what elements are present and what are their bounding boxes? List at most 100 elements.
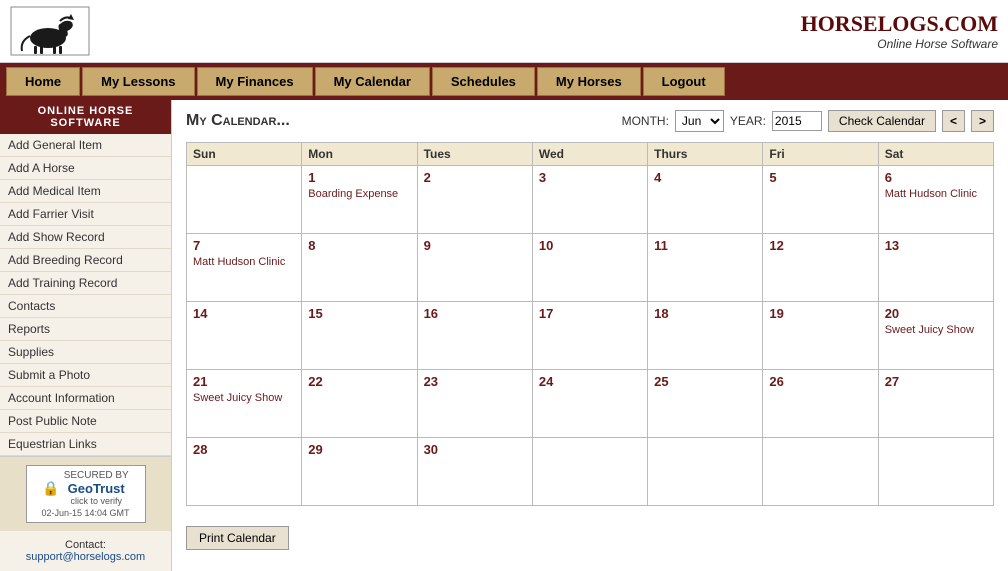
day-number: 11 xyxy=(654,238,756,253)
calendar-week-2: 14151617181920Sweet Juicy Show xyxy=(187,302,994,370)
print-calendar-button[interactable]: Print Calendar xyxy=(186,526,289,550)
calendar-event[interactable]: Matt Hudson Clinic xyxy=(885,188,987,200)
prev-month-button[interactable]: < xyxy=(942,110,965,132)
calendar-header: SunMonTuesWedThursFriSat xyxy=(187,143,994,166)
nav-item-finances[interactable]: My Finances xyxy=(197,67,313,96)
sidebar-item-account[interactable]: Account Information xyxy=(0,387,171,410)
month-label: MONTH: xyxy=(622,114,669,128)
horse-logo xyxy=(10,6,90,56)
day-number: 7 xyxy=(193,238,295,253)
sidebar-item-contacts[interactable]: Contacts xyxy=(0,295,171,318)
calendar-cell xyxy=(532,438,647,506)
calendar-cell: 8 xyxy=(302,234,417,302)
calendar-cell: 13 xyxy=(878,234,993,302)
sidebar-title: ONLINE HORSE SOFTWARE xyxy=(0,100,171,134)
calendar-event[interactable]: Sweet Juicy Show xyxy=(193,392,295,404)
day-number: 29 xyxy=(308,442,410,457)
sidebar-item-add-medical[interactable]: Add Medical Item xyxy=(0,180,171,203)
calendar-cell: 25 xyxy=(648,370,763,438)
calendar-cell: 24 xyxy=(532,370,647,438)
sidebar: ONLINE HORSE SOFTWARE Add General ItemAd… xyxy=(0,100,172,571)
day-number: 24 xyxy=(539,374,641,389)
geotrust-name: GeoTrust xyxy=(64,481,129,496)
day-number: 19 xyxy=(769,306,871,321)
year-input[interactable] xyxy=(772,111,822,131)
calendar-cell: 18 xyxy=(648,302,763,370)
col-header-wed: Wed xyxy=(532,143,647,166)
calendar-cell: 14 xyxy=(187,302,302,370)
calendar-cell: 30 xyxy=(417,438,532,506)
sidebar-item-add-farrier[interactable]: Add Farrier Visit xyxy=(0,203,171,226)
day-number: 8 xyxy=(308,238,410,253)
contact-label: Contact: xyxy=(8,539,163,551)
day-number: 17 xyxy=(539,306,641,321)
calendar-cell xyxy=(187,166,302,234)
calendar-event[interactable]: Boarding Expense xyxy=(308,188,410,200)
calendar-cell: 9 xyxy=(417,234,532,302)
calendar-cell xyxy=(648,438,763,506)
col-header-sun: Sun xyxy=(187,143,302,166)
calendar-event[interactable]: Matt Hudson Clinic xyxy=(193,256,295,268)
sidebar-item-add-breeding[interactable]: Add Breeding Record xyxy=(0,249,171,272)
contact-email[interactable]: support@horselogs.com xyxy=(8,551,163,563)
check-calendar-button[interactable]: Check Calendar xyxy=(828,110,936,132)
day-number: 23 xyxy=(424,374,526,389)
sidebar-item-add-show[interactable]: Add Show Record xyxy=(0,226,171,249)
geotrust-badge[interactable]: 🔒 SECURED BY GeoTrust click to verify 02… xyxy=(26,465,146,523)
sidebar-item-supplies[interactable]: Supplies xyxy=(0,341,171,364)
page-title: My Calendar... xyxy=(186,112,290,130)
nav-item-home[interactable]: Home xyxy=(6,67,80,96)
day-number: 3 xyxy=(539,170,641,185)
nav-item-schedules[interactable]: Schedules xyxy=(432,67,535,96)
day-number: 26 xyxy=(769,374,871,389)
year-label: YEAR: xyxy=(730,114,766,128)
geotrust-date: 02-Jun-15 14:04 GMT xyxy=(31,508,141,518)
sidebar-item-add-horse[interactable]: Add A Horse xyxy=(0,157,171,180)
calendar-week-4: 28 29 30 xyxy=(187,438,994,506)
calendar-cell: 7 Matt Hudson Clinic xyxy=(187,234,302,302)
sidebar-items: Add General ItemAdd A HorseAdd Medical I… xyxy=(0,134,171,456)
calendar-cell: 28 xyxy=(187,438,302,506)
day-number: 12 xyxy=(769,238,871,253)
day-number: 6 xyxy=(885,170,987,185)
main-nav: HomeMy LessonsMy FinancesMy CalendarSche… xyxy=(0,63,1008,100)
calendar-cell: 10 xyxy=(532,234,647,302)
day-number: 15 xyxy=(308,306,410,321)
sidebar-item-reports[interactable]: Reports xyxy=(0,318,171,341)
sidebar-item-eq-links[interactable]: Equestrian Links xyxy=(0,433,171,456)
day-number: 10 xyxy=(539,238,641,253)
calendar-table: SunMonTuesWedThursFriSat 1Boarding Expen… xyxy=(186,142,994,506)
month-select[interactable]: JanFebMarApr MayJunJulAug SepOctNovDec xyxy=(675,110,724,132)
sidebar-item-post-note[interactable]: Post Public Note xyxy=(0,410,171,433)
day-number: 14 xyxy=(193,306,295,321)
calendar-cell: 2 xyxy=(417,166,532,234)
nav-item-calendar[interactable]: My Calendar xyxy=(315,67,430,96)
nav-item-logout[interactable]: Logout xyxy=(643,67,725,96)
geotrust-area: 🔒 SECURED BY GeoTrust click to verify 02… xyxy=(0,456,171,531)
day-number: 28 xyxy=(193,442,295,457)
day-number: 25 xyxy=(654,374,756,389)
day-number: 18 xyxy=(654,306,756,321)
content-area: My Calendar... MONTH: JanFebMarApr MayJu… xyxy=(172,100,1008,571)
calendar-cell: 15 xyxy=(302,302,417,370)
day-number: 5 xyxy=(769,170,871,185)
sidebar-item-add-training[interactable]: Add Training Record xyxy=(0,272,171,295)
logo-title: HORSELOGS.COM xyxy=(801,11,998,37)
sidebar-item-add-general[interactable]: Add General Item xyxy=(0,134,171,157)
sidebar-item-submit-photo[interactable]: Submit a Photo xyxy=(0,364,171,387)
day-number: 13 xyxy=(885,238,987,253)
calendar-event[interactable]: Sweet Juicy Show xyxy=(885,324,987,336)
nav-item-lessons[interactable]: My Lessons xyxy=(82,67,194,96)
calendar-cell: 22 xyxy=(302,370,417,438)
calendar-week-0: 1Boarding Expense23456Matt Hudson Clinic xyxy=(187,166,994,234)
logo-subtitle: Online Horse Software xyxy=(801,37,998,51)
content-header: My Calendar... MONTH: JanFebMarApr MayJu… xyxy=(186,110,994,132)
nav-item-horses[interactable]: My Horses xyxy=(537,67,641,96)
calendar-body: 1Boarding Expense23456Matt Hudson Clinic… xyxy=(187,166,994,506)
calendar-cell: 20Sweet Juicy Show xyxy=(878,302,993,370)
main-layout: ONLINE HORSE SOFTWARE Add General ItemAd… xyxy=(0,100,1008,571)
col-header-mon: Mon xyxy=(302,143,417,166)
col-header-sat: Sat xyxy=(878,143,993,166)
header: HORSELOGS.COM Online Horse Software xyxy=(0,0,1008,63)
next-month-button[interactable]: > xyxy=(971,110,994,132)
